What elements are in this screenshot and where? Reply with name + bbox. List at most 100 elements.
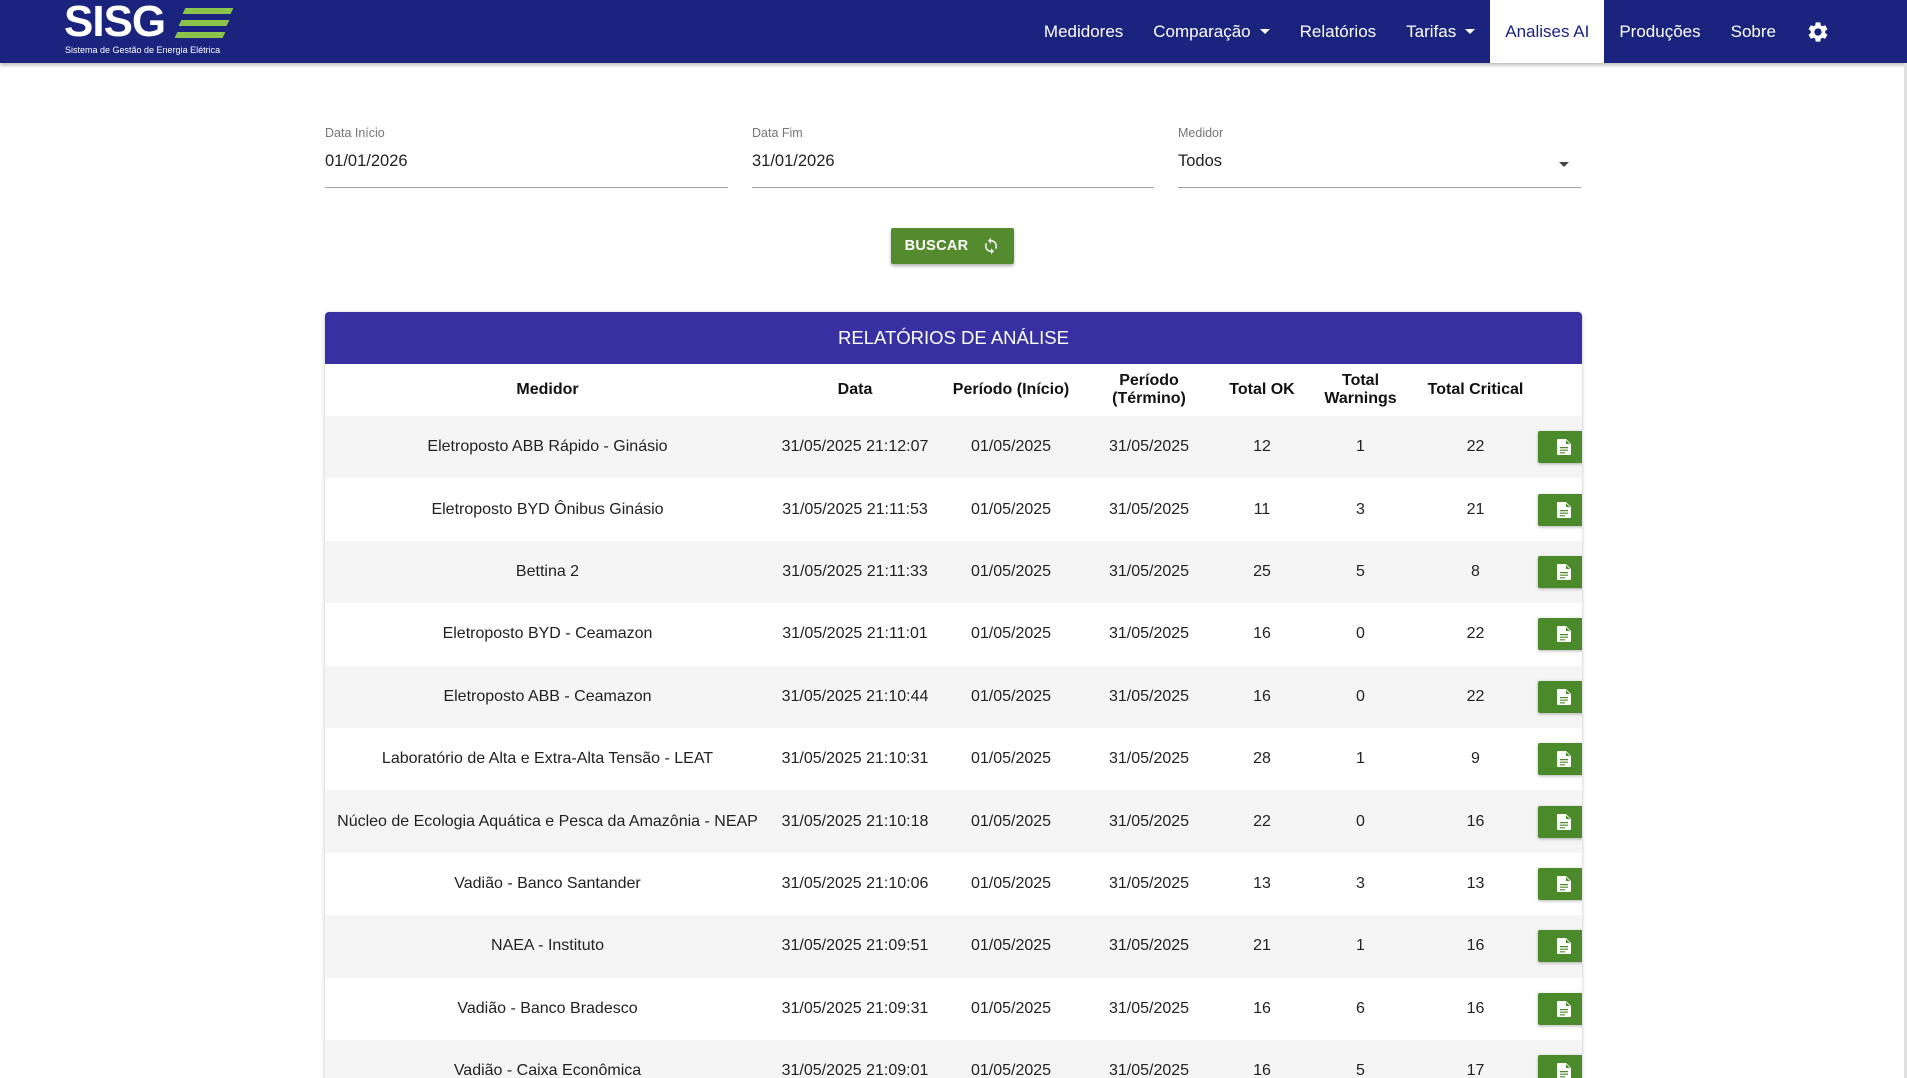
nav-label: Analises AI [1505,21,1590,41]
nav-label: Tarifas [1406,21,1457,41]
table-row: Vadião - Caixa Econômica 31/05/2025 21:09… [325,1039,1582,1078]
cell-actions [1538,853,1582,915]
cell-total-ok: 28 [1253,750,1271,768]
caret-down-icon[interactable] [1559,162,1569,167]
meter-select-value[interactable]: Todos [1178,152,1222,171]
cell-periodo-termino: 31/05/2025 [1108,874,1190,892]
cell-periodo-inicio: 01/05/2025 [970,687,1052,705]
cell-medidor: Laboratório de Alta e Extra-Alta Tensão … [381,750,714,768]
table-body: Eletroposto ABB Rápido - Ginásio 31/05/20… [325,416,1582,1078]
cell-total-ok: 25 [1253,562,1271,580]
col-actions-header [1538,364,1582,416]
brand-name: SISG [64,0,166,46]
cell-total-critical: 16 [1466,937,1485,955]
cell-data: 31/05/2025 21:10:44 [781,687,929,705]
cell-total-critical: 9 [1471,750,1480,768]
table-row: Vadião - Banco Santander 31/05/2025 21:10… [325,852,1582,916]
nav-item-tarifas[interactable]: Tarifas [1391,0,1490,63]
col-total-warnings-header: Total Warnings [1324,372,1397,407]
cell-total-warnings: 1 [1356,937,1365,955]
open-report-button[interactable] [1538,743,1582,776]
cell-data: 31/05/2025 21:10:06 [781,874,929,892]
cell-total-critical: 16 [1466,812,1485,830]
cell-total-critical: 22 [1466,687,1485,705]
cell-total-critical: 22 [1466,438,1485,456]
cell-data: 31/05/2025 21:11:53 [782,500,928,518]
end-date-input[interactable]: 31/01/2026 [752,152,835,171]
nav-item-producoes[interactable]: Produções [1604,0,1715,63]
top-navbar: SISG Sistema de Gestão de Energia Elétri… [0,0,1907,63]
table-row: Eletroposto BYD Ônibus Ginásio 31/05/2025… [325,478,1582,541]
open-report-button[interactable] [1538,431,1582,464]
open-report-button[interactable] [1538,867,1582,900]
nav-item-medidores[interactable]: Medidores [1029,0,1138,63]
nav-item-sobre[interactable]: Sobre [1716,0,1791,63]
cell-total-warnings: 3 [1356,500,1365,518]
cell-periodo-termino: 31/05/2025 [1108,1062,1190,1078]
search-button[interactable]: BUSCAR [891,228,1014,264]
cell-total-ok: 16 [1253,999,1271,1017]
start-date-input[interactable]: 01/01/2026 [325,152,408,171]
cell-medidor: Vadião - Banco Santander [454,874,641,892]
cell-total-ok: 12 [1253,438,1271,456]
table-row: Eletroposto BYD - Ceamazon 31/05/2025 21:… [325,603,1582,666]
start-date-label: Data Início [325,126,385,140]
nav-item-analises-ai[interactable]: Analises AI [1490,0,1605,63]
nav-item-relatorios[interactable]: Relatórios [1285,0,1392,63]
nav-item-comparacao[interactable]: Comparação [1138,0,1284,63]
cell-total-critical: 16 [1466,999,1485,1017]
table-row: Vadião - Banco Bradesco 31/05/2025 21:09:… [325,977,1582,1040]
cell-total-warnings: 3 [1356,874,1365,892]
cell-total-warnings: 5 [1356,562,1365,580]
table-row: Eletroposto ABB - Ceamazon 31/05/2025 21:… [325,665,1582,728]
nav-label: Produções [1619,21,1701,41]
cell-total-ok: 16 [1253,625,1271,643]
cell-total-ok: 16 [1253,687,1271,705]
document-icon [1556,1000,1571,1017]
cell-total-ok: 21 [1253,937,1271,955]
cell-actions [1538,978,1582,1040]
cell-total-warnings: 0 [1356,812,1365,830]
cell-medidor: Eletroposto ABB Rápido - Ginásio [427,438,668,456]
cell-medidor: Vadião - Caixa Econômica [453,1062,642,1078]
cell-total-critical: 17 [1466,1062,1485,1078]
cell-periodo-inicio: 01/05/2025 [970,1062,1052,1078]
end-date-field[interactable]: Data Fim 31/01/2026 [752,126,1154,188]
nav-label: Medidores [1043,21,1124,41]
cell-actions [1538,666,1582,728]
start-date-field[interactable]: Data Início 01/01/2026 [325,126,728,188]
cell-actions [1538,915,1582,977]
open-report-button[interactable] [1538,555,1582,588]
cell-periodo-inicio: 01/05/2025 [970,937,1052,955]
cell-periodo-inicio: 01/05/2025 [970,625,1052,643]
cell-total-ok: 22 [1253,812,1271,830]
document-icon [1556,688,1571,705]
meter-select[interactable]: Medidor Todos [1178,126,1581,188]
open-report-button[interactable] [1538,805,1582,838]
col-medidor-header: Medidor [516,381,579,398]
cell-periodo-inicio: 01/05/2025 [970,874,1052,892]
col-total-critical-header: Total Critical [1427,381,1524,398]
open-report-button[interactable] [1538,1055,1582,1078]
open-report-button[interactable] [1538,493,1582,526]
meter-select-label: Medidor [1178,126,1224,140]
cell-actions [1538,1040,1582,1078]
reports-table: Medidor Data Período (Início) Período (Térm… [325,364,1582,1078]
open-report-button[interactable] [1538,930,1582,963]
settings-button[interactable] [1791,0,1845,63]
cell-total-warnings: 5 [1356,1062,1365,1078]
open-report-button[interactable] [1538,992,1582,1025]
cell-periodo-termino: 31/05/2025 [1108,999,1190,1017]
document-icon [1556,1063,1571,1078]
cell-actions [1538,728,1582,790]
open-report-button[interactable] [1538,618,1582,651]
open-report-button[interactable] [1538,680,1582,713]
cell-total-warnings: 1 [1356,438,1365,456]
cell-total-ok: 13 [1253,874,1271,892]
nav-menu: Medidores Comparação Relatórios Tarifas … [1029,0,1845,63]
brand-logo[interactable]: SISG Sistema de Gestão de Energia Elétri… [64,0,244,63]
document-icon [1556,563,1571,580]
cell-data: 31/05/2025 21:10:18 [781,812,929,830]
end-date-label: Data Fim [752,126,803,140]
cell-periodo-inicio: 01/05/2025 [970,438,1052,456]
